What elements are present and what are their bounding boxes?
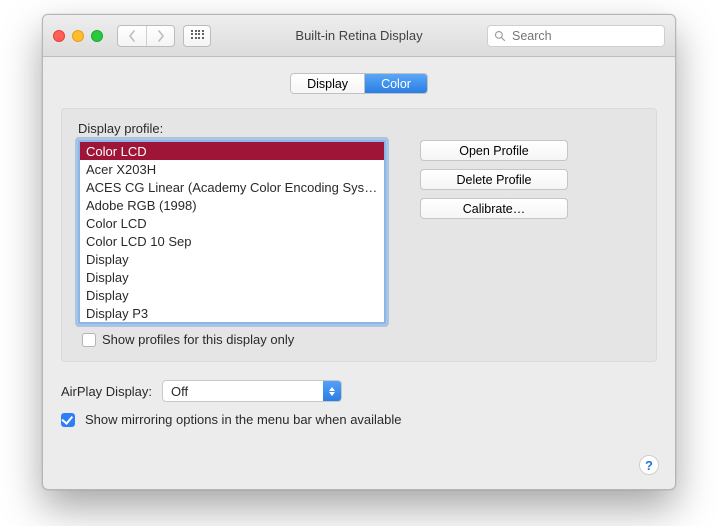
profile-list-item[interactable]: Display P3 (80, 304, 384, 322)
search-icon (494, 30, 506, 42)
profile-list-item[interactable]: Adobe RGB (1998) (80, 196, 384, 214)
airplay-value: Off (171, 384, 188, 399)
preferences-window: Built-in Retina Display Display Color Di… (42, 14, 676, 490)
profile-list-item[interactable]: Color LCD 10 Sep (80, 232, 384, 250)
tab-display[interactable]: Display (291, 74, 364, 93)
profile-list-item[interactable]: Color LCD (80, 142, 384, 160)
window-toolbar: Built-in Retina Display (43, 15, 675, 57)
airplay-select[interactable]: Off (162, 380, 342, 402)
window-content: Display Color Display profile: Color LCD… (43, 57, 675, 489)
color-panel: Display profile: Color LCDAcer X203HACES… (61, 108, 657, 362)
grid-icon (191, 30, 203, 42)
profile-list-item[interactable]: Color LCD (80, 214, 384, 232)
back-button[interactable] (118, 26, 146, 46)
delete-profile-button[interactable]: Delete Profile (420, 169, 568, 190)
chevron-up-down-icon (323, 381, 341, 401)
display-color-tabs: Display Color (290, 73, 428, 94)
nav-back-forward (117, 25, 175, 47)
help-button[interactable]: ? (639, 455, 659, 475)
show-profiles-only-row[interactable]: Show profiles for this display only (78, 332, 640, 347)
profile-list-item[interactable]: Acer X203H (80, 160, 384, 178)
calibrate-button[interactable]: Calibrate… (420, 198, 568, 219)
display-profile-label: Display profile: (78, 121, 640, 136)
mirroring-label: Show mirroring options in the menu bar w… (85, 412, 402, 427)
profile-list-item[interactable]: ACES CG Linear (Academy Color Encoding S… (80, 178, 384, 196)
profile-list-item[interactable]: Display (80, 268, 384, 286)
airplay-row: AirPlay Display: Off (61, 380, 657, 402)
show-profiles-only-checkbox[interactable] (82, 333, 96, 347)
show-all-button[interactable] (183, 25, 211, 47)
mirroring-checkbox[interactable] (61, 413, 75, 427)
mirroring-row[interactable]: Show mirroring options in the menu bar w… (61, 412, 657, 427)
show-profiles-only-label: Show profiles for this display only (102, 332, 294, 347)
profile-actions: Open Profile Delete Profile Calibrate… (420, 140, 568, 219)
profile-list-item[interactable]: Display (80, 286, 384, 304)
search-input[interactable] (510, 28, 658, 44)
profile-list-item[interactable]: Display (80, 250, 384, 268)
window-controls (53, 30, 103, 42)
airplay-label: AirPlay Display: (61, 384, 152, 399)
forward-button[interactable] (146, 26, 174, 46)
search-field[interactable] (487, 25, 665, 47)
display-profile-list[interactable]: Color LCDAcer X203HACES CG Linear (Acade… (78, 140, 386, 324)
lower-section: AirPlay Display: Off Show mirroring opti… (61, 380, 657, 427)
zoom-window-button[interactable] (91, 30, 103, 42)
open-profile-button[interactable]: Open Profile (420, 140, 568, 161)
close-window-button[interactable] (53, 30, 65, 42)
minimize-window-button[interactable] (72, 30, 84, 42)
tab-color[interactable]: Color (364, 74, 427, 93)
